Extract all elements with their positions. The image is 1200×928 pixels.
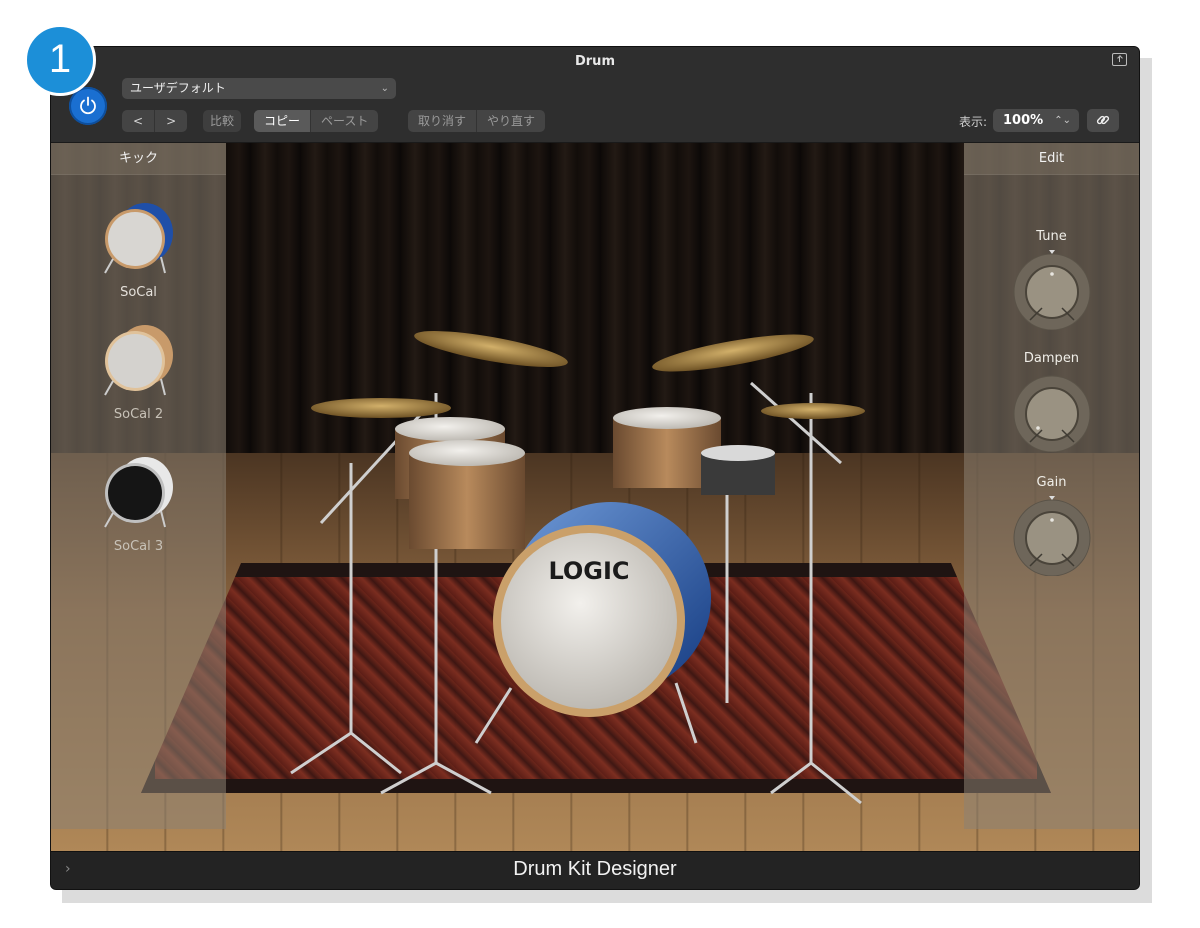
paste-button[interactable]: ペースト: [311, 110, 378, 132]
tune-knob[interactable]: [1012, 250, 1092, 331]
preset-nav-group: < >: [122, 110, 188, 132]
drum-stage: LOGIC キック SoCal SoCal 2 SoCal 3 Edit Tun…: [51, 143, 1139, 853]
kick-option-socal-3[interactable]: SoCal 3: [51, 451, 226, 554]
kick-label: SoCal: [120, 285, 157, 300]
link-icon: [1096, 115, 1110, 125]
dampen-knob[interactable]: [1012, 372, 1092, 453]
kick-option-socal-2[interactable]: SoCal 2: [51, 319, 226, 422]
tune-control: Tune: [964, 229, 1139, 331]
export-icon[interactable]: [1112, 53, 1127, 66]
gain-knob[interactable]: [1012, 496, 1092, 577]
knob-graphic: [1013, 250, 1090, 331]
chevron-down-icon: ⌄: [380, 83, 389, 94]
bass-drum-logo: LOGIC: [548, 557, 629, 585]
preset-select[interactable]: ユーザデフォルト ⌄: [122, 78, 396, 99]
knob-graphic: [1013, 375, 1090, 453]
undo-redo-group: 取り消す やり直す: [408, 110, 546, 132]
step-number-badge: 1: [24, 24, 96, 96]
zoom-value: 100%: [1003, 113, 1044, 128]
zoom-select[interactable]: 100% ⌃⌄: [993, 109, 1079, 132]
plugin-name: Drum Kit Designer: [513, 858, 677, 880]
kick-panel-title: キック: [51, 143, 226, 175]
next-preset-button[interactable]: >: [155, 110, 187, 132]
previous-preset-button[interactable]: <: [122, 110, 156, 132]
window-title: Drum: [574, 54, 615, 69]
kick-drum-thumbnail: [103, 325, 173, 396]
edit-panel-title: Edit: [964, 143, 1139, 175]
kick-option-socal[interactable]: SoCal: [51, 197, 226, 300]
dampen-control: Dampen: [964, 351, 1139, 453]
copy-button[interactable]: コピー: [254, 110, 312, 132]
redo-button[interactable]: やり直す: [477, 110, 545, 132]
link-button[interactable]: [1087, 109, 1119, 132]
knob-graphic: [1013, 496, 1090, 577]
footer-bar: › Drum Kit Designer: [51, 851, 1139, 889]
kick-drum-thumbnail: [103, 203, 173, 274]
gain-control: Gain: [964, 475, 1139, 577]
undo-button[interactable]: 取り消す: [408, 110, 478, 132]
kick-label: SoCal 3: [113, 539, 164, 554]
kick-label: SoCal 2: [113, 407, 164, 422]
power-icon: [80, 96, 96, 115]
preset-value: ユーザデフォルト: [130, 81, 226, 95]
cymbals: [311, 331, 865, 419]
tune-label: Tune: [1036, 229, 1067, 244]
gain-label: Gain: [1036, 475, 1067, 490]
compare-button[interactable]: 比較: [203, 110, 242, 132]
kick-drum-thumbnail: [103, 457, 173, 528]
dampen-label: Dampen: [1023, 351, 1080, 366]
header-bar: Drum ユーザデフォルト ⌄ < > 比較 コピー ペースト 取り消す やり直…: [51, 47, 1139, 143]
updown-chevron-icon: ⌃⌄: [1054, 115, 1071, 126]
view-label: 表示:: [958, 115, 987, 129]
edit-panel: Edit Tune Dampen Gain: [964, 143, 1139, 829]
plugin-window: Drum ユーザデフォルト ⌄ < > 比較 コピー ペースト 取り消す やり直…: [50, 46, 1140, 890]
copy-paste-group: コピー ペースト: [254, 110, 379, 132]
kick-panel: キック SoCal SoCal 2 SoCal 3: [51, 143, 226, 829]
